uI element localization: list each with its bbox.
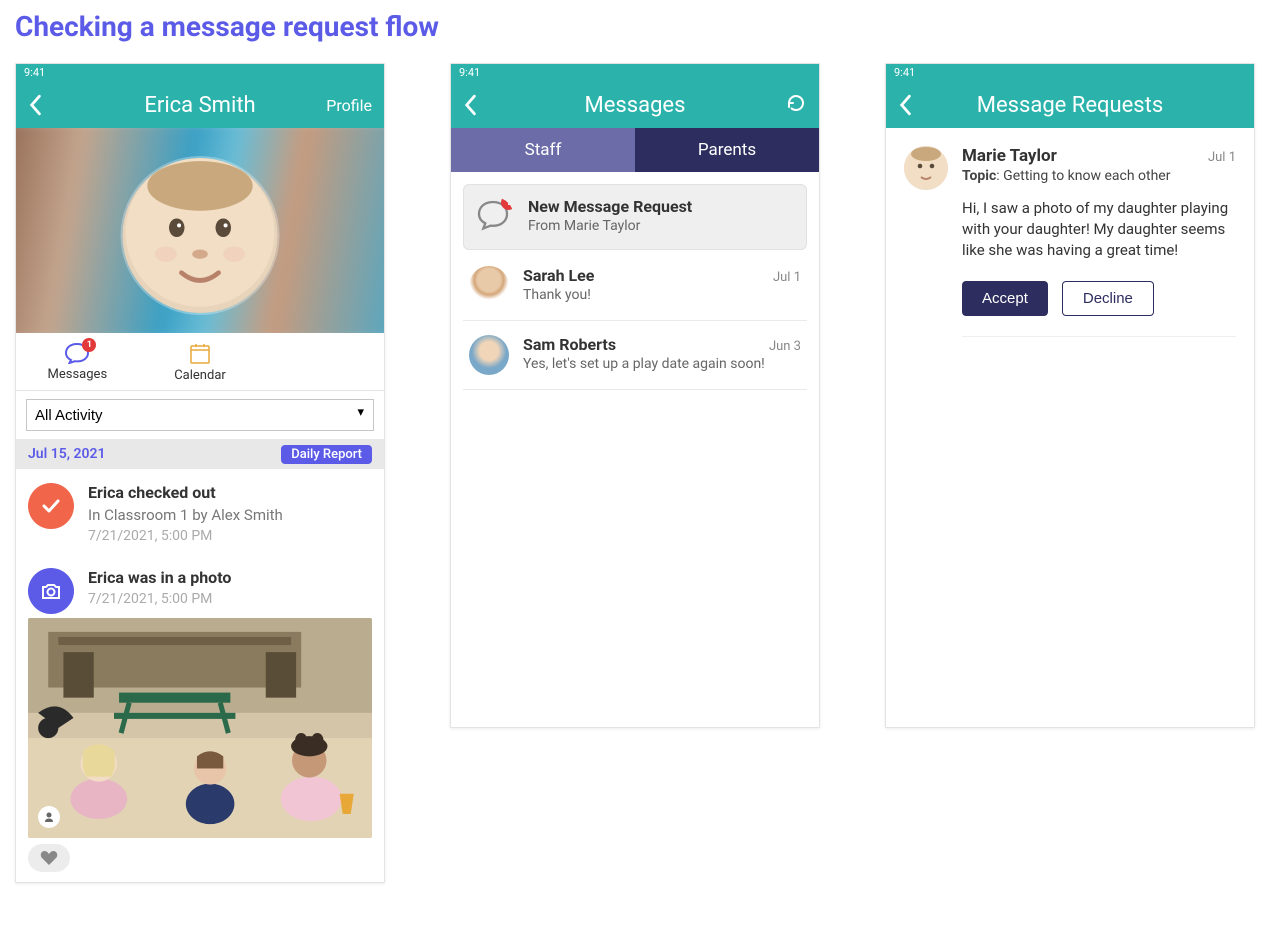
feed-item-photo: Erica was in a photo 7/21/2021, 5:00 PM bbox=[28, 568, 372, 614]
tag-icon[interactable] bbox=[38, 806, 60, 828]
check-icon bbox=[28, 483, 74, 529]
tab-parents[interactable]: Parents bbox=[635, 128, 819, 172]
screen-messages: 9:41 Messages Staff Parents 1 New Messag… bbox=[450, 63, 820, 728]
chat-icon: 1 bbox=[474, 197, 514, 237]
tab-calendar[interactable]: Calendar bbox=[139, 333, 262, 390]
avatar bbox=[469, 266, 509, 306]
like-button[interactable] bbox=[28, 844, 70, 872]
calendar-icon bbox=[188, 341, 212, 365]
navbar: Erica Smith Profile bbox=[16, 82, 384, 128]
profile-link[interactable]: Profile bbox=[326, 96, 372, 115]
camera-icon bbox=[28, 568, 74, 614]
request-badge: 1 bbox=[501, 197, 514, 210]
feed-timestamp: 7/21/2021, 5:00 PM bbox=[88, 591, 231, 607]
feed-timestamp: 7/21/2021, 5:00 PM bbox=[88, 528, 283, 544]
daily-report-button[interactable]: Daily Report bbox=[281, 445, 372, 464]
profile-hero bbox=[16, 128, 384, 333]
new-message-request[interactable]: 1 New Message Request From Marie Taylor bbox=[463, 184, 807, 250]
tab-calendar-label: Calendar bbox=[174, 368, 226, 383]
thread-preview: Thank you! bbox=[523, 287, 801, 303]
navbar: Messages bbox=[451, 82, 819, 128]
status-bar: 9:41 bbox=[886, 64, 1254, 82]
request-title: New Message Request bbox=[528, 197, 796, 216]
navbar-title: Messages bbox=[451, 93, 819, 118]
screen-request-detail: 9:41 Message Requests bbox=[885, 63, 1255, 728]
request-body: Hi, I saw a photo of my daughter playing… bbox=[962, 198, 1236, 261]
request-from: From Marie Taylor bbox=[528, 218, 796, 234]
status-bar: 9:41 bbox=[16, 64, 384, 82]
navbar: Message Requests bbox=[886, 82, 1254, 128]
back-button[interactable] bbox=[28, 94, 42, 116]
refresh-button[interactable] bbox=[785, 92, 807, 118]
navbar-title: Message Requests bbox=[886, 93, 1254, 118]
avatar[interactable] bbox=[123, 158, 278, 313]
feed-item-checkout: Erica checked out In Classroom 1 by Alex… bbox=[28, 483, 372, 544]
tab-messages[interactable]: 1 Messages bbox=[16, 333, 139, 390]
activity-filter[interactable]: All Activity bbox=[26, 399, 374, 431]
request-date: Jul 1 bbox=[1208, 150, 1236, 165]
avatar bbox=[904, 146, 948, 190]
thread-preview: Yes, let's set up a play date again soon… bbox=[523, 356, 801, 372]
feed-title: Erica was in a photo bbox=[88, 568, 231, 587]
messages-badge: 1 bbox=[82, 338, 96, 352]
avatar bbox=[469, 335, 509, 375]
date-header-bar: Jul 15, 2021 Daily Report bbox=[16, 439, 384, 469]
feed-photo[interactable] bbox=[28, 618, 372, 838]
thread-date: Jul 1 bbox=[773, 270, 801, 285]
decline-button[interactable]: Decline bbox=[1062, 281, 1154, 316]
request-topic: Topic: Getting to know each other bbox=[962, 168, 1236, 184]
date-header: Jul 15, 2021 bbox=[28, 446, 106, 462]
messages-icon: 1 bbox=[64, 342, 90, 364]
requester-name: Marie Taylor bbox=[962, 146, 1057, 166]
status-bar: 9:41 bbox=[451, 64, 819, 82]
message-thread[interactable]: Sam Roberts Jun 3 Yes, let's set up a pl… bbox=[463, 321, 807, 390]
accept-button[interactable]: Accept bbox=[962, 281, 1048, 316]
thread-name: Sarah Lee bbox=[523, 266, 594, 285]
profile-tabs: 1 Messages Calendar bbox=[16, 333, 384, 391]
screen-profile: 9:41 Erica Smith Profile bbox=[15, 63, 385, 883]
back-button[interactable] bbox=[463, 94, 477, 116]
thread-name: Sam Roberts bbox=[523, 335, 616, 354]
feed-subtitle: In Classroom 1 by Alex Smith bbox=[88, 506, 283, 524]
back-button[interactable] bbox=[898, 94, 912, 116]
feed-title: Erica checked out bbox=[88, 483, 283, 502]
tab-messages-label: Messages bbox=[48, 367, 108, 382]
message-tabs: Staff Parents bbox=[451, 128, 819, 172]
thread-date: Jun 3 bbox=[769, 339, 801, 354]
page-heading: Checking a message request flow bbox=[15, 10, 1257, 43]
message-thread[interactable]: Sarah Lee Jul 1 Thank you! bbox=[463, 252, 807, 321]
tab-staff[interactable]: Staff bbox=[451, 128, 635, 172]
